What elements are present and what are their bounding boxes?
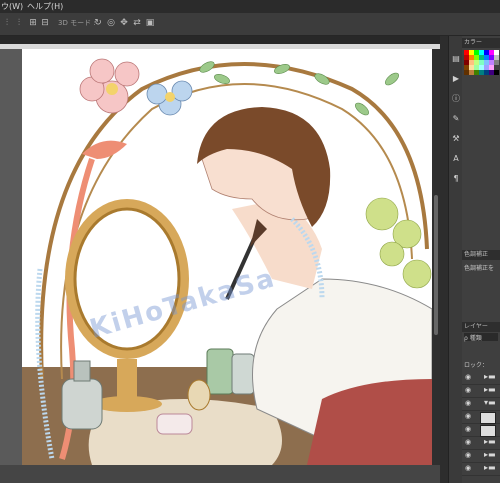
visibility-eye-icon[interactable]: ◉ bbox=[465, 413, 472, 420]
align-left-icon[interactable]: ⊞ bbox=[28, 18, 38, 28]
folder-icon: ▸▬ bbox=[484, 385, 496, 394]
pink-flower bbox=[79, 58, 140, 114]
layer-row[interactable]: ◉ ▾▬ bbox=[462, 398, 500, 411]
visibility-eye-icon[interactable]: ◉ bbox=[465, 439, 472, 446]
status-bar bbox=[0, 465, 440, 483]
layer-thumbnail bbox=[480, 412, 496, 424]
visibility-eye-icon[interactable]: ◉ bbox=[465, 452, 472, 459]
distribute-icon[interactable]: ⫶ bbox=[14, 18, 24, 28]
tab-layers[interactable]: レイヤー bbox=[462, 322, 500, 332]
color-swatch[interactable] bbox=[494, 70, 499, 75]
visibility-eye-icon[interactable]: ◉ bbox=[465, 426, 472, 433]
bottle-green bbox=[206, 348, 234, 395]
vine-leaves bbox=[199, 61, 399, 116]
play-icon[interactable]: ▶ bbox=[451, 74, 461, 84]
menu-bar: ウ(W) ヘルプ(H) bbox=[0, 0, 500, 13]
panel-collapse-strip[interactable] bbox=[440, 36, 448, 483]
powder-box bbox=[156, 413, 193, 435]
paragraph-icon[interactable]: ¶ bbox=[451, 174, 461, 184]
adjustments-label: 色調補正を bbox=[464, 265, 495, 272]
align-right-icon[interactable]: ⊟ bbox=[40, 18, 50, 28]
folder-icon: ▸▬ bbox=[484, 437, 496, 446]
hydrangea bbox=[365, 197, 432, 289]
panel-icon-strip: ▤ ▶ ⓘ ✎ ⚒ A ¶ bbox=[448, 36, 463, 483]
document-tab-bar[interactable] bbox=[0, 36, 440, 44]
layer-row[interactable]: ◉ bbox=[462, 411, 500, 424]
history-icon[interactable]: ▤ bbox=[451, 54, 461, 64]
3d-mode-label: 3D モード : bbox=[58, 19, 96, 27]
folder-icon: ▸▬ bbox=[484, 463, 496, 472]
layer-row[interactable]: ◉ ▸▬ bbox=[462, 385, 500, 398]
layer-row[interactable]: ◉ ▸▬ bbox=[462, 437, 500, 450]
vertical-ruler bbox=[0, 49, 22, 469]
character-icon[interactable]: A bbox=[451, 154, 461, 164]
layer-row[interactable]: ◉ ▸▬ bbox=[462, 372, 500, 385]
tool-presets-icon[interactable]: ⚒ bbox=[451, 134, 461, 144]
mirror-stand bbox=[117, 359, 137, 399]
visibility-eye-icon[interactable]: ◉ bbox=[465, 400, 472, 407]
layer-lock-label: ロック： bbox=[464, 362, 489, 369]
visibility-eye-icon[interactable]: ◉ bbox=[465, 465, 472, 472]
layer-filter-kind[interactable]: ρ 種類 bbox=[464, 333, 498, 342]
scrollbar-thumb[interactable] bbox=[434, 195, 438, 335]
3d-scale-icon[interactable]: ▣ bbox=[145, 18, 155, 28]
illustration bbox=[22, 58, 432, 465]
menu-item-window[interactable]: ウ(W) bbox=[1, 1, 23, 12]
perfume-bottle-left bbox=[61, 378, 103, 430]
folder-icon: ▸▬ bbox=[484, 372, 496, 381]
document-canvas[interactable]: KiHoTakaSa bbox=[22, 49, 432, 465]
folder-icon: ▾▬ bbox=[484, 398, 496, 407]
menu-item-help[interactable]: ヘルプ(H) bbox=[27, 1, 63, 12]
3d-rotate-icon[interactable]: ↻ bbox=[93, 18, 103, 28]
3d-pan-icon[interactable]: ✥ bbox=[119, 18, 129, 28]
hand-mirror bbox=[187, 379, 211, 411]
3d-slide-icon[interactable]: ⇄ bbox=[132, 18, 142, 28]
brush-settings-icon[interactable]: ✎ bbox=[451, 114, 461, 124]
layer-row[interactable]: ◉ ▸▬ bbox=[462, 450, 500, 463]
layer-row[interactable]: ◉ bbox=[462, 424, 500, 437]
visibility-eye-icon[interactable]: ◉ bbox=[465, 374, 472, 381]
layer-thumbnail bbox=[480, 425, 496, 437]
tab-swatches[interactable]: カラー bbox=[462, 38, 500, 48]
info-icon[interactable]: ⓘ bbox=[451, 94, 461, 104]
options-bar: ⫶ ⫶ ⊞ ⊟ 3D モード : ↻ ◎ ✥ ⇄ ▣ bbox=[0, 13, 500, 36]
visibility-eye-icon[interactable]: ◉ bbox=[465, 387, 472, 394]
align-icon[interactable]: ⫶ bbox=[2, 18, 12, 28]
swatch-grid bbox=[463, 49, 500, 105]
bottle-clear bbox=[231, 353, 255, 395]
tab-adjustments[interactable]: 色調補正 bbox=[462, 250, 500, 260]
layer-row[interactable]: ◉ ▸▬ bbox=[462, 463, 500, 476]
folder-icon: ▸▬ bbox=[484, 450, 496, 459]
blue-flower bbox=[146, 80, 193, 116]
3d-roll-icon[interactable]: ◎ bbox=[106, 18, 116, 28]
